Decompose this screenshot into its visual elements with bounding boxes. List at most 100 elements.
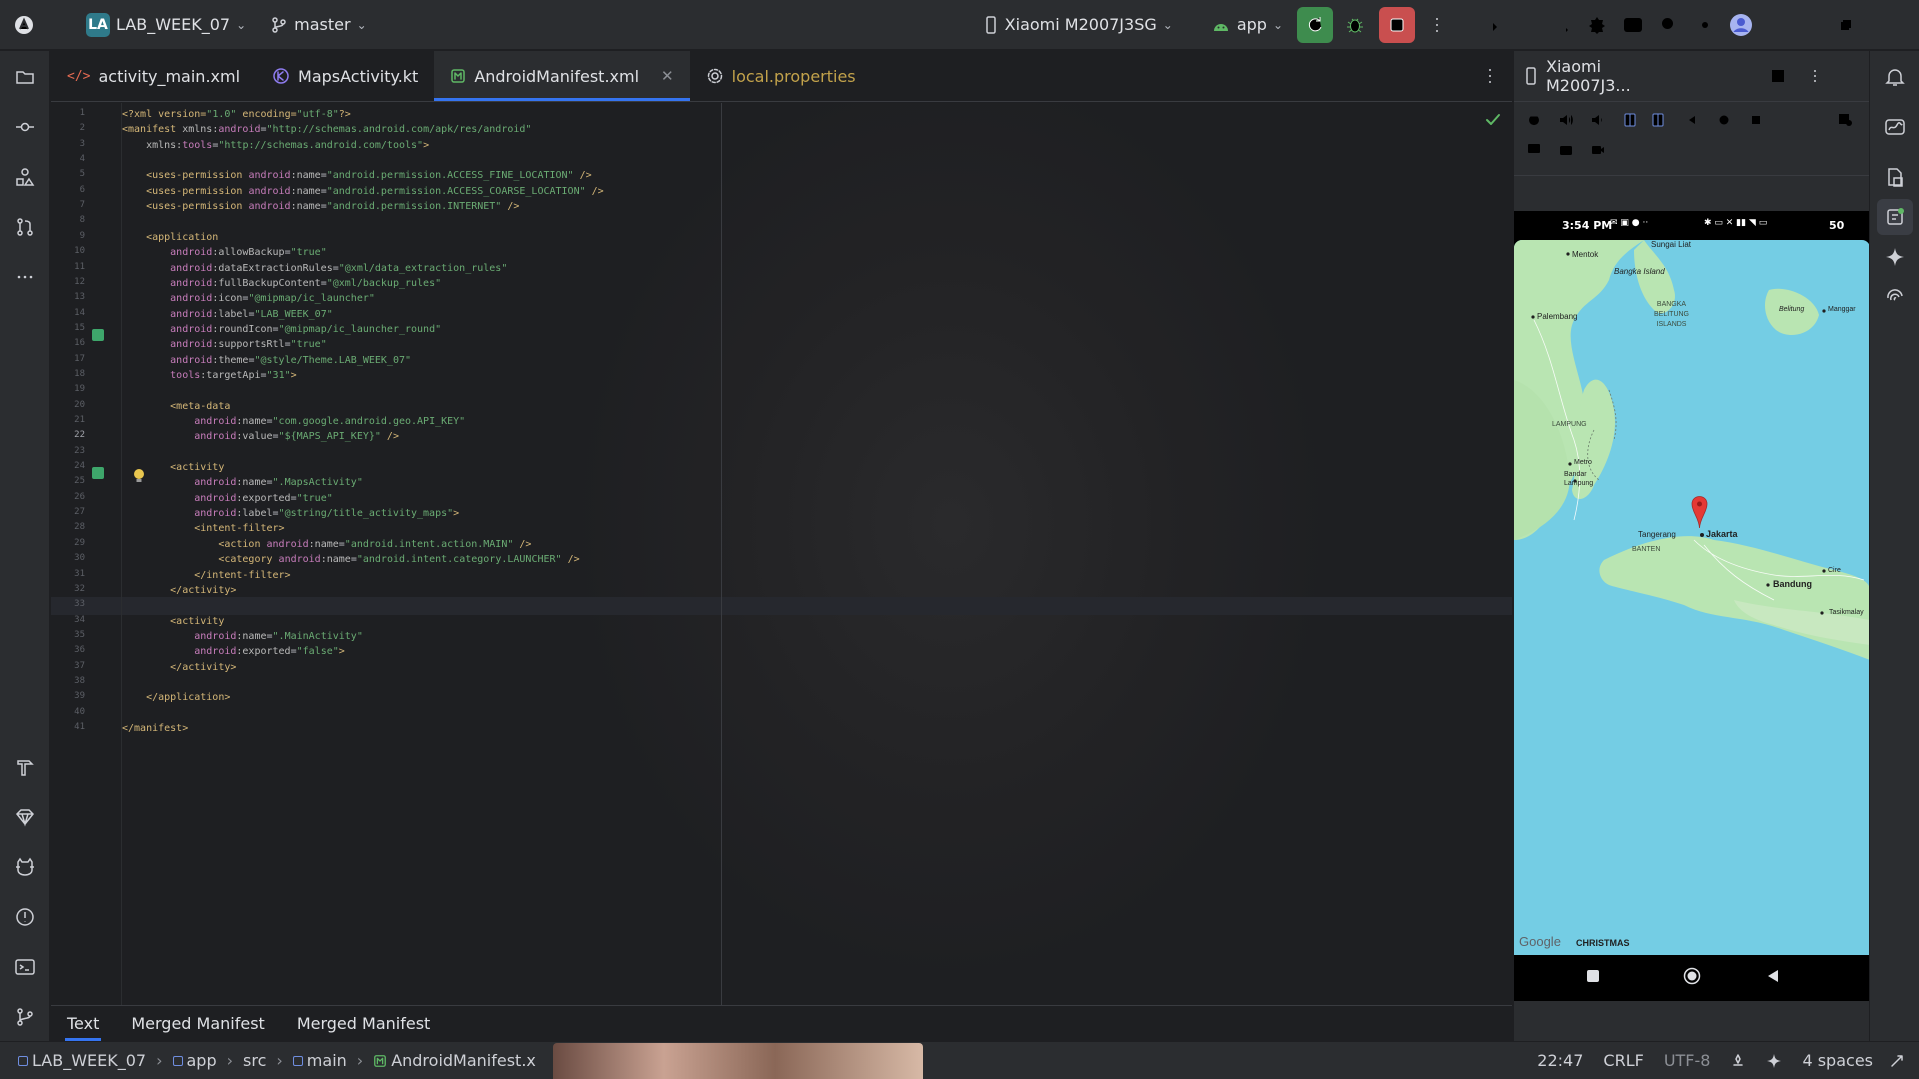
tab-activity-main[interactable]: </> activity_main.xml — [51, 51, 256, 101]
breadcrumb-src[interactable]: src — [239, 1051, 270, 1070]
line-number[interactable]: 2 — [51, 123, 85, 133]
running-devices-icon[interactable] — [1877, 199, 1913, 235]
line-number[interactable]: 21 — [51, 415, 85, 425]
zoom-icon[interactable] — [1834, 108, 1858, 132]
line-number[interactable]: 34 — [51, 615, 85, 625]
line-number[interactable]: 4 — [51, 154, 85, 164]
code-line[interactable]: </manifest> — [122, 720, 188, 738]
volume-up-icon[interactable] — [1554, 108, 1578, 132]
layout-inspector-icon[interactable] — [1579, 7, 1615, 43]
logcat-cat-icon[interactable] — [7, 849, 43, 885]
profiler-icon[interactable] — [1471, 7, 1507, 43]
line-number[interactable]: 29 — [51, 538, 85, 548]
screen-record-icon[interactable] — [1586, 138, 1610, 162]
breadcrumb-project[interactable]: LAB_WEEK_07 — [14, 1051, 150, 1070]
breadcrumb-main[interactable]: main — [289, 1051, 351, 1070]
tab-maps-activity[interactable]: MapsActivity.kt — [256, 51, 434, 101]
line-number[interactable]: 15 — [51, 323, 85, 333]
line-number[interactable]: 9 — [51, 231, 85, 241]
device-manager-icon[interactable] — [1507, 7, 1543, 43]
gem-icon[interactable] — [7, 799, 43, 835]
line-number[interactable]: 30 — [51, 553, 85, 563]
app-quality-insights-icon[interactable] — [1877, 109, 1913, 145]
line-number[interactable]: 26 — [51, 492, 85, 502]
line-number[interactable]: 13 — [51, 292, 85, 302]
code-editor[interactable]: 1 2 3 4 5 6 7 8 9 10 11 12 13 14 15 16 17 18 19 20 21 22 23 24 2… — [51, 103, 1512, 1005]
more-tools-icon[interactable] — [7, 259, 43, 295]
line-number[interactable]: 39 — [51, 691, 85, 701]
line-number[interactable]: 6 — [51, 185, 85, 195]
build-hammer-icon[interactable] — [7, 749, 43, 785]
tab-local-properties[interactable]: local.properties — [690, 51, 872, 101]
line-number[interactable]: 23 — [51, 446, 85, 456]
breadcrumb-app[interactable]: app — [169, 1051, 221, 1070]
line-number[interactable]: 16 — [51, 338, 85, 348]
line-number[interactable]: 7 — [51, 200, 85, 210]
line-number[interactable]: 36 — [51, 645, 85, 655]
code-line[interactable]: </activity> — [122, 659, 236, 677]
google-map-view[interactable]: Sungai Liat Mentok Bangka Island BANGKA … — [1514, 240, 1870, 955]
line-number[interactable]: 31 — [51, 569, 85, 579]
line-number[interactable]: 10 — [51, 246, 85, 256]
code-style-icon[interactable] — [1720, 1053, 1756, 1069]
tab-actions-more-icon[interactable] — [1472, 58, 1508, 94]
line-number[interactable]: 32 — [51, 584, 85, 594]
pull-requests-icon[interactable] — [7, 209, 43, 245]
layout-icon[interactable] — [1760, 58, 1795, 94]
assistant-swirl-icon[interactable] — [1877, 279, 1913, 315]
notifications-bell-icon[interactable] — [1877, 59, 1913, 95]
line-number[interactable]: 25 — [51, 476, 85, 486]
line-number[interactable]: 28 — [51, 522, 85, 532]
read-only-lock-icon[interactable] — [1883, 1053, 1919, 1069]
home-button-icon[interactable] — [1683, 967, 1701, 985]
apply-changes-button[interactable] — [1297, 6, 1333, 43]
back-triangle-icon[interactable] — [1680, 108, 1704, 132]
device-selector[interactable]: Xiaomi M2007J3SG ⌄ — [975, 7, 1181, 43]
overview-square-icon[interactable] — [1744, 108, 1768, 132]
vcs-branch-selector[interactable]: master ⌄ — [262, 7, 374, 43]
tab-merged-manifest[interactable]: Merged Manifest — [115, 1006, 280, 1041]
terminal-icon[interactable] — [7, 949, 43, 985]
line-number[interactable]: 37 — [51, 661, 85, 671]
project-selector[interactable]: LA LAB_WEEK_07 ⌄ — [78, 7, 254, 43]
tab-android-manifest[interactable]: AndroidManifest.xml ✕ — [434, 51, 690, 101]
code-line[interactable]: <uses-permission android:name="android.p… — [122, 198, 519, 216]
problems-icon[interactable] — [7, 899, 43, 935]
file-encoding[interactable]: UTF-8 — [1654, 1051, 1721, 1070]
code-text-area[interactable]: <?xml version="1.0" encoding="utf-8"?> <m… — [121, 103, 1512, 1005]
device-tab-title[interactable]: Xiaomi M2007J3... — [1546, 57, 1686, 95]
line-number[interactable]: 1 — [51, 108, 85, 118]
panel-more-icon[interactable] — [1803, 58, 1826, 94]
tab-text[interactable]: Text — [51, 1006, 115, 1041]
line-number[interactable]: 22 — [51, 430, 85, 440]
project-folder-icon[interactable] — [7, 59, 43, 95]
restore-window-icon[interactable] — [1823, 7, 1869, 43]
recents-square-icon[interactable] — [1586, 969, 1600, 983]
run-config-selector[interactable]: app ⌄ — [1203, 7, 1291, 43]
snapshot-menu-icon[interactable] — [1522, 138, 1546, 162]
ai-sparkle-icon[interactable] — [1756, 1053, 1792, 1069]
line-number[interactable]: 24 — [51, 461, 85, 471]
line-number[interactable]: 33 — [51, 599, 85, 609]
device-screen[interactable]: 3:54 PM ✉ ▣ ● ·· ✱ ▭ ✕ ▮▮ ◥ ▭ 50 Sungai … — [1514, 211, 1870, 1001]
more-vertical-icon[interactable] — [1419, 7, 1455, 43]
add-device-icon[interactable] — [1706, 58, 1741, 94]
line-number[interactable]: 40 — [51, 707, 85, 717]
structure-icon[interactable] — [7, 159, 43, 195]
code-line[interactable]: </application> — [122, 689, 230, 707]
camera-icon[interactable] — [1554, 138, 1578, 162]
line-number[interactable]: 35 — [51, 630, 85, 640]
back-button-icon[interactable] — [1766, 969, 1780, 983]
commit-icon[interactable] — [7, 109, 43, 145]
line-separator[interactable]: CRLF — [1593, 1051, 1653, 1070]
debug-icon[interactable] — [1337, 7, 1373, 43]
indent-setting[interactable]: 4 spaces — [1792, 1051, 1883, 1070]
search-icon[interactable] — [1651, 7, 1687, 43]
line-number[interactable]: 17 — [51, 354, 85, 364]
device-file-explorer-icon[interactable] — [1877, 159, 1913, 195]
user-avatar-icon[interactable] — [1723, 7, 1759, 43]
tab-merged-manifest-2[interactable]: Merged Manifest — [281, 1006, 446, 1041]
caret-position[interactable]: 22:47 — [1527, 1051, 1593, 1070]
close-window-icon[interactable] — [1869, 7, 1915, 43]
line-number[interactable]: 38 — [51, 676, 85, 686]
